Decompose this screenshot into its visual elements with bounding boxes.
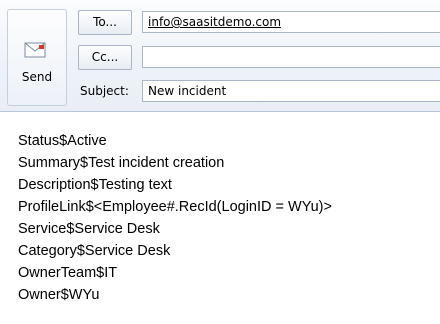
body-line: ProfileLink$<Employee#.RecId(LoginID = W…: [18, 199, 332, 215]
body-line: Service$Service Desk: [18, 221, 160, 237]
subject-label: Subject:: [80, 84, 129, 98]
message-body[interactable]: Status$Active Summary$Test incident crea…: [0, 112, 440, 324]
cc-button[interactable]: Cc...: [78, 45, 132, 70]
body-line: Category$Service Desk: [18, 243, 171, 259]
body-line: Owner$WYu: [18, 287, 100, 303]
to-button[interactable]: To...: [78, 10, 132, 35]
body-line: Description$Testing text: [18, 177, 172, 193]
message-body-text: Status$Active Summary$Test incident crea…: [18, 130, 332, 306]
body-line: Summary$Test incident creation: [18, 155, 225, 171]
body-line: Status$Active: [18, 133, 107, 149]
subject-field[interactable]: New incident: [142, 80, 440, 102]
recipient-address[interactable]: info@saasitdemo.com: [148, 15, 281, 29]
cc-field[interactable]: [142, 46, 440, 68]
to-field[interactable]: info@saasitdemo.com: [142, 11, 440, 33]
send-button[interactable]: Send: [7, 9, 67, 106]
body-line: OwnerTeam$IT: [18, 265, 118, 281]
message-header: Send To... Cc... Subject: info@saasitdem…: [0, 0, 440, 112]
envelope-send-icon: [24, 42, 46, 58]
send-label: Send: [21, 70, 53, 84]
